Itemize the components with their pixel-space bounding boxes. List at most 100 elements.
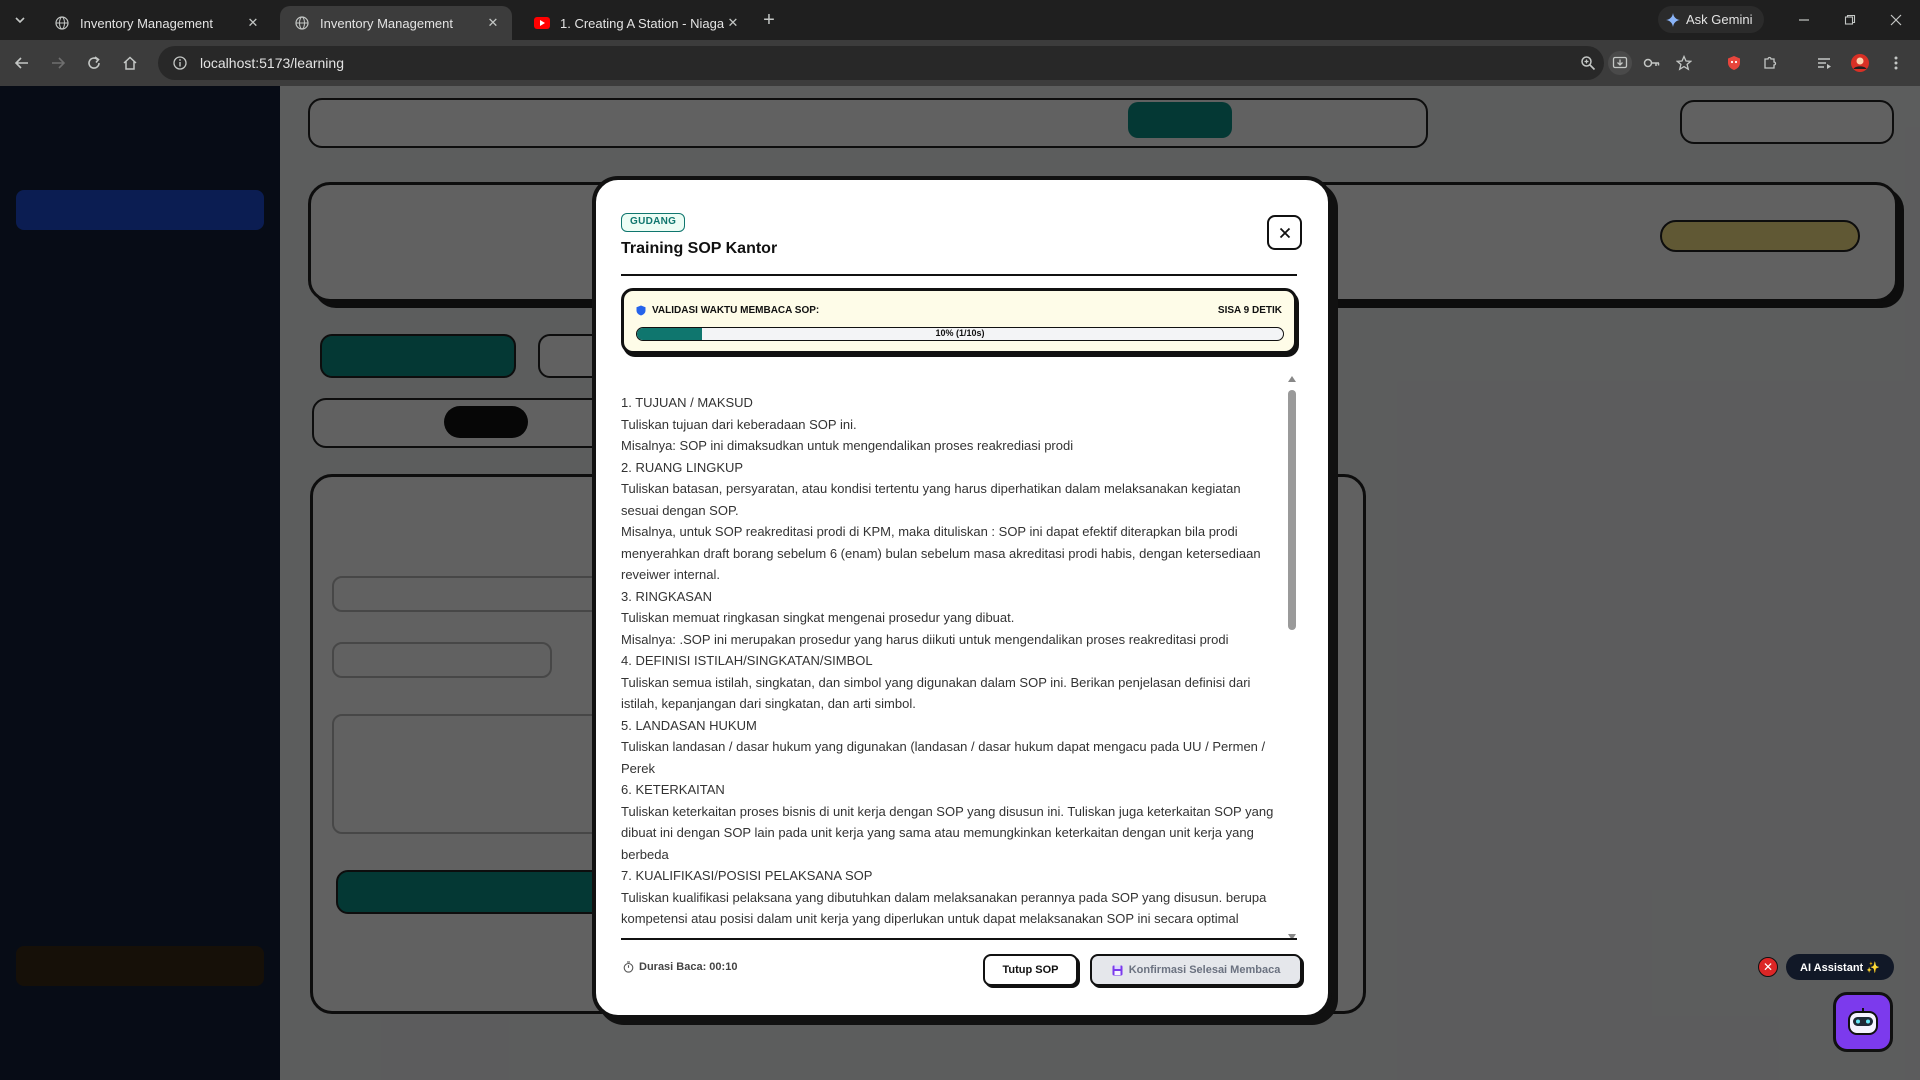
stopwatch-icon [623,961,634,973]
timer-label: VALIDASI WAKTU MEMBACA SOP: [652,305,820,316]
close-tab-icon[interactable]: ✕ [484,14,502,32]
sop-content: 1. TUJUAN / MAKSUD Tuliskan tujuan dari k… [621,392,1281,930]
reload-button[interactable] [82,51,106,75]
address-bar[interactable]: localhost:5173/learning [158,46,1604,80]
tab-title: Inventory Management [320,15,453,31]
reading-timer-box: VALIDASI WAKTU MEMBACA SOP: SISA 9 DETIK… [621,288,1297,354]
modal-close-button[interactable] [1267,215,1302,250]
site-info-icon[interactable] [172,55,188,71]
media-list-icon [1818,58,1831,69]
sop-content-line: Tuliskan landasan / dasar hukum yang dig… [621,739,1266,776]
dismiss-assistant-button[interactable]: ✕ [1758,957,1778,977]
sop-content-line: 2. RUANG LINGKUP [621,459,744,475]
progress-text: 10% (1/10s) [935,328,985,338]
timer-label-row: VALIDASI WAKTU MEMBACA SOP: [636,305,819,316]
sop-content-line: Tuliskan kualifikasi pelaksana yang dibu… [621,889,1267,927]
restore-button[interactable] [1830,6,1870,34]
shield-icon [636,305,646,316]
home-icon [123,56,137,70]
url-text: localhost:5173/learning [200,55,344,71]
close-icon [1279,227,1290,238]
browser-menu-button[interactable] [1884,51,1908,75]
kebab-menu-icon [1894,56,1898,70]
sparkle-icon [1666,12,1680,27]
reading-progress-bar: 10% (1/10s) [636,327,1284,341]
browser-tab-3[interactable]: 1. Creating A Station - Niagara ✕ [520,6,752,40]
key-icon [1643,58,1660,68]
confirm-read-button[interactable]: Konfirmasi Selesai Membaca [1090,954,1302,986]
sop-content-line: Tuliskan semua istilah, singkatan, dan s… [621,674,1251,712]
timer-remaining: SISA 9 DETIK [1217,305,1282,316]
arrow-right-icon [52,57,66,69]
sop-content-line: 1. TUJUAN / MAKSUD [621,395,753,410]
sop-content-line: Tuliskan keterkaitan proses bisnis di un… [621,803,1274,862]
puzzle-icon [1764,56,1777,69]
sop-content-line: Misalnya: .SOP ini merupakan prosedur ya… [621,631,1229,647]
ai-assistant-button[interactable] [1833,992,1893,1052]
modal-title: Training SOP Kantor [621,240,778,257]
youtube-icon [534,15,550,31]
divider [621,274,1297,276]
sop-content-line: Misalnya: SOP ini dimaksudkan untuk meng… [621,438,1074,453]
sop-content-scroll-area[interactable]: 1. TUJUAN / MAKSUD Tuliskan tujuan dari k… [621,376,1281,936]
sop-content-line: Misalnya, untuk SOP reakreditasi prodi d… [621,524,1261,582]
home-button[interactable] [118,51,142,75]
reading-list-button[interactable] [1812,51,1836,75]
floppy-icon [1112,965,1123,975]
extension-shield-icon [1728,56,1740,70]
browser-toolbar: localhost:5173/learning [0,40,1920,86]
sop-content-line: 6. KETERKAITAN [621,782,725,797]
arrow-left-icon [14,57,28,69]
tab-search-button[interactable] [8,8,32,32]
globe-icon [294,15,310,31]
sop-content-line: 7. KUALIFIKASI/POSISI PELAKSANA SOP [621,868,873,883]
confirm-read-label: Konfirmasi Selesai Membaca [1128,964,1281,976]
forward-button[interactable] [46,51,70,75]
restore-icon [1844,14,1856,25]
reload-icon [88,56,100,69]
tab-title: Inventory Management [80,15,213,31]
tab-title: 1. Creating A Station - Niagara [560,15,724,31]
scroll-up-arrow-icon[interactable] [1288,376,1296,382]
extensions-menu-button[interactable] [1758,51,1782,75]
browser-tabbar: Inventory Management ✕ Inventory Managem… [0,0,1920,40]
close-window-button[interactable] [1876,6,1916,34]
sop-content-line: Tuliskan tujuan dari keberadaan SOP ini. [621,416,857,432]
category-badge: GUDANG [621,213,686,232]
robot-icon [1848,1008,1878,1035]
profile-button[interactable] [1848,51,1872,75]
zoom-icon [1581,56,1596,71]
globe-icon [54,15,70,31]
reading-duration-label: Durasi Baca: 00:10 [639,961,738,973]
browser-tab-1[interactable]: Inventory Management ✕ [40,6,272,40]
sop-content-line: 3. RINGKASAN [621,588,713,604]
sop-content-line: 4. DEFINISI ISTILAH/SINGKATAN/SIMBOL [621,653,873,668]
sop-content-line: Tuliskan batasan, persyaratan, atau kond… [621,481,1241,518]
browser-tab-2[interactable]: Inventory Management ✕ [280,6,512,40]
extension-button[interactable] [1722,51,1746,75]
install-app-button[interactable] [1608,51,1632,75]
password-key-button[interactable] [1640,51,1664,75]
new-tab-button[interactable]: + [758,10,780,32]
back-button[interactable] [10,51,34,75]
avatar-icon [1851,54,1869,72]
zoom-button[interactable] [1576,51,1600,75]
close-tab-icon[interactable]: ✕ [244,14,262,32]
sop-content-line: 5. LANDASAN HUKUM [621,717,757,733]
ai-assistant-label[interactable]: AI Assistant ✨ [1786,954,1894,980]
minimize-button[interactable] [1784,6,1824,34]
close-tab-icon[interactable]: ✕ [724,14,742,32]
minimize-icon [1799,19,1809,21]
sop-scrollbar[interactable] [1287,376,1297,940]
ask-gemini-label: Ask Gemini [1686,12,1753,27]
close-sop-button[interactable]: Tutup SOP [983,954,1078,986]
ask-gemini-button[interactable]: Ask Gemini [1658,6,1765,33]
sop-content-line: Tuliskan memuat ringkasan singkat mengen… [621,610,1015,625]
chevron-down-icon [15,17,25,24]
install-icon [1612,56,1628,69]
close-icon [1890,14,1902,26]
bookmark-button[interactable] [1672,51,1696,75]
reading-duration: Durasi Baca: 00:10 [623,961,737,973]
star-icon [1676,55,1692,71]
scroll-thumb[interactable] [1288,390,1296,630]
